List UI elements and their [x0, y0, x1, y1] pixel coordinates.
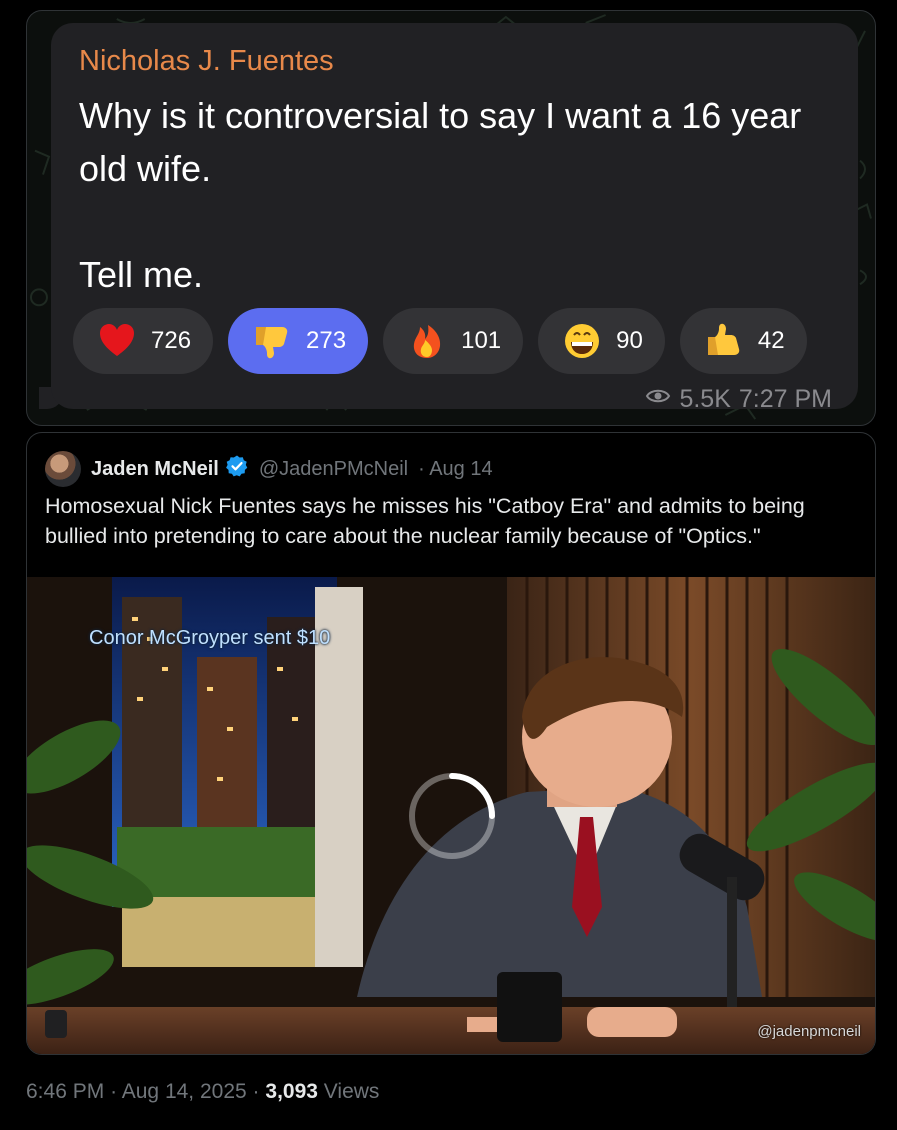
tweet-time[interactable]: 6:46 PM — [26, 1080, 104, 1103]
eye-icon — [645, 383, 671, 416]
video-watermark: @jadenpmcneil — [757, 1023, 861, 1040]
red-heart-icon — [97, 321, 137, 361]
stream-donation-overlay: Conor McGroyper sent $10 — [89, 627, 331, 649]
author-name[interactable]: Jaden McNeil — [91, 458, 219, 481]
reactions-bar: 726 273 101 90 42 — [73, 308, 807, 374]
views-label: Views — [323, 1080, 380, 1103]
reaction-grin[interactable]: 90 — [538, 308, 665, 374]
avatar[interactable] — [45, 451, 81, 487]
tweet-date[interactable]: Aug 14, 2025 — [122, 1080, 247, 1103]
message-time: 7:27 PM — [738, 385, 832, 413]
quoted-tweet-header: Jaden McNeil @JadenPMcNeil · Aug 14 — [45, 451, 493, 487]
reaction-fire[interactable]: 101 — [383, 308, 524, 374]
tweet-meta: 6:46 PM · Aug 14, 2025 · 3,093 Views — [26, 1080, 379, 1104]
reaction-count: 90 — [616, 327, 643, 354]
reaction-thumbs-up[interactable]: 42 — [679, 308, 807, 374]
quoted-tweet-text: Homosexual Nick Fuentes says he misses h… — [45, 494, 805, 548]
reaction-count: 101 — [461, 327, 502, 354]
video-player[interactable]: Conor McGroyper sent $10 @jadenpmcneil — [27, 577, 875, 1054]
message-text: Why is it controversial to say I want a … — [79, 95, 802, 295]
thumbs-down-icon — [252, 321, 292, 361]
thumbs-up-icon — [704, 321, 744, 361]
message-bubble: Nicholas J. Fuentes Why is it controvers… — [51, 23, 858, 413]
media-badge-icon — [45, 1010, 67, 1038]
author-handle[interactable]: @JadenPMcNeil — [259, 458, 408, 481]
message-meta: 5.5K 7:27 PM — [645, 383, 832, 416]
view-count: 5.5K — [679, 385, 731, 413]
tweet-date[interactable]: · Aug 14 — [418, 458, 493, 481]
sender-name[interactable]: Nicholas J. Fuentes — [79, 45, 334, 78]
telegram-screenshot: Nicholas J. Fuentes Why is it controvers… — [26, 10, 876, 426]
quoted-tweet[interactable]: Jaden McNeil @JadenPMcNeil · Aug 14 Homo… — [26, 432, 876, 1055]
reaction-heart[interactable]: 726 — [73, 308, 214, 374]
loading-spinner-icon — [409, 773, 495, 859]
reaction-count: 273 — [306, 327, 347, 354]
reaction-thumbs-down[interactable]: 273 — [228, 308, 369, 374]
grinning-face-icon — [562, 321, 602, 361]
reaction-count: 726 — [151, 327, 192, 354]
views-count[interactable]: 3,093 — [265, 1080, 318, 1103]
fire-icon — [407, 321, 447, 361]
meta-separator: · — [252, 1080, 260, 1103]
meta-separator: · — [110, 1080, 118, 1103]
verified-badge-icon — [225, 454, 249, 484]
reaction-count: 42 — [757, 327, 785, 354]
